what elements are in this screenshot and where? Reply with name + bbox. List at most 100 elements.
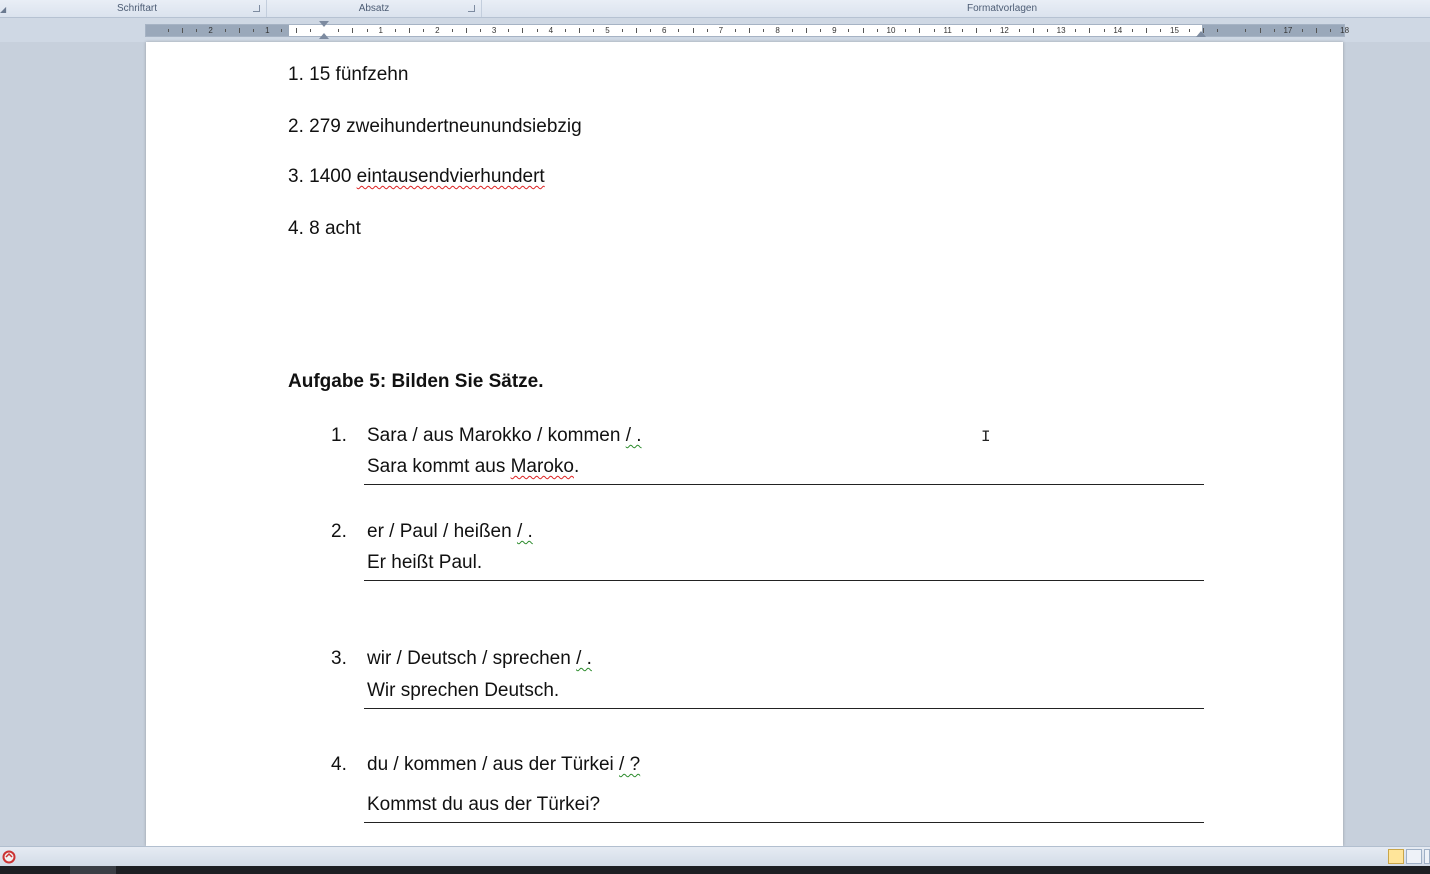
hanging-indent-marker-icon[interactable] xyxy=(319,33,329,39)
ribbon-group-styles: Formatvorlagen xyxy=(482,0,1430,17)
ruler-number: 9 xyxy=(832,26,837,35)
full-screen-reading-view-icon[interactable] xyxy=(1406,849,1422,864)
exercise-answer: Er heißt Paul. xyxy=(367,552,483,573)
ribbon-group-paragraph: Absatz xyxy=(267,0,482,17)
list-item-word: acht xyxy=(324,218,361,239)
ribbon-group-font: Schriftart xyxy=(8,0,267,17)
ruler-tick xyxy=(862,28,864,33)
ruler-tick xyxy=(1245,29,1247,32)
exercise-prompt-text: wir / Deutsch / sprechen xyxy=(367,648,577,669)
ruler-tick xyxy=(522,28,524,33)
ruler-tick xyxy=(1160,29,1162,32)
answer-line xyxy=(364,708,1204,709)
document-page[interactable]: 1. 15 fünfzehn 2. 279 zweihundertneunund… xyxy=(146,42,1343,846)
ruler-tick xyxy=(1075,29,1077,32)
ruler-tick xyxy=(1018,29,1020,32)
list-item-word: fünfzehn xyxy=(335,64,409,85)
exercise-prompt: du / kommen / aus der Türkei / ? xyxy=(367,754,640,776)
ruler-number: 11 xyxy=(943,26,952,35)
ruler-number: 17 xyxy=(1283,26,1293,35)
exercise-prompt: er / Paul / heißen / . xyxy=(367,521,533,543)
ruler-tick xyxy=(579,28,581,33)
list-item-prefix: 2. 279 xyxy=(288,116,347,137)
exercise-number: 4. xyxy=(331,754,347,775)
exercise-prompt-text: du / kommen / aus der Türkei xyxy=(367,754,620,775)
office-status-icon[interactable] xyxy=(2,850,16,864)
ruler-tick xyxy=(1316,28,1318,33)
list-item-word-misspelled: eintausendvierhundert xyxy=(356,166,545,187)
ruler-tick xyxy=(735,29,737,32)
ruler-tick xyxy=(1217,29,1219,32)
list-item-prefix: 1. 15 xyxy=(288,64,336,85)
ruler-tick xyxy=(394,29,396,32)
web-layout-view-icon[interactable] xyxy=(1424,849,1430,864)
ribbon-corner-launcher-icon[interactable]: ◢ xyxy=(0,5,6,14)
exercise-prompt-end: / . xyxy=(516,521,533,542)
ruler-tick xyxy=(1032,28,1034,33)
list-item-prefix: 3. 1400 xyxy=(288,166,357,187)
answer-text: Sara kommt aus xyxy=(367,456,511,477)
status-bar xyxy=(0,846,1430,867)
ruler-tick xyxy=(961,29,963,32)
ribbon-group-labels: ◢ Schriftart Absatz Formatvorlagen xyxy=(0,0,1430,18)
print-layout-view-icon[interactable] xyxy=(1388,849,1404,864)
ruler-number: 10 xyxy=(886,26,896,35)
exercise-prompt-text: Sara / aus Marokko / kommen xyxy=(367,425,626,446)
ruler-number: 14 xyxy=(1113,26,1123,35)
ruler-number: 3 xyxy=(491,26,497,35)
ruler-tick xyxy=(1259,28,1261,33)
exercise-number: 1. xyxy=(331,425,347,446)
ruler-number: 6 xyxy=(661,26,667,35)
answer-text-end: . xyxy=(573,456,580,477)
ruler-number: 2 xyxy=(208,26,213,35)
ruler-number: 5 xyxy=(605,26,610,35)
ribbon-group-paragraph-label: Absatz xyxy=(358,3,390,14)
ruler-tick xyxy=(848,29,850,32)
ruler-tick xyxy=(224,29,226,32)
list-item-word: zweihundertneunundsiebzig xyxy=(346,116,582,137)
exercise-answer: Kommst du aus der Türkei? xyxy=(367,794,601,815)
ruler-number: 8 xyxy=(775,26,780,35)
ruler-tick xyxy=(479,29,481,32)
ruler-tick xyxy=(1202,28,1204,33)
ruler-number: 1 xyxy=(378,26,383,35)
ruler-tick xyxy=(451,29,453,32)
right-indent-marker-icon[interactable] xyxy=(1196,31,1206,37)
ruler-number: 18 xyxy=(1340,26,1350,35)
paragraph-dialog-launcher-icon[interactable] xyxy=(468,5,475,12)
exercise-prompt-text: er / Paul / heißen xyxy=(367,521,517,542)
ruler-tick xyxy=(423,29,425,32)
horizontal-ruler[interactable]: 2 1 1 2 3 4 5 6 7 8 9 10 11 12 13 14 15 17 18 xyxy=(145,21,1349,39)
list-item: 2. 279 zweihundertneunundsiebzig xyxy=(288,116,582,138)
ruler-tick xyxy=(465,28,467,33)
ruler-tick xyxy=(763,29,765,32)
ruler-number: 15 xyxy=(1170,26,1179,35)
ruler-tick xyxy=(1302,29,1304,32)
list-item-prefix: 4. 8 xyxy=(288,218,325,239)
exercise-prompt-end: / . xyxy=(625,425,642,446)
ruler-tick xyxy=(593,29,595,32)
ruler-tick xyxy=(182,28,184,33)
font-dialog-launcher-icon[interactable] xyxy=(253,5,260,12)
ruler-tick xyxy=(650,29,652,32)
list-item: 3. 1400 eintausendvierhundert xyxy=(288,166,545,188)
exercise-prompt: Sara / aus Marokko / kommen / . xyxy=(367,425,642,447)
ruler-number: 2 xyxy=(435,26,440,35)
answer-line xyxy=(364,484,1204,485)
taskbar-item[interactable] xyxy=(70,866,116,874)
exercise-number: 2. xyxy=(331,521,347,542)
answer-line xyxy=(364,822,1204,823)
ruler-tick xyxy=(678,29,680,32)
ribbon-group-styles-label: Formatvorlagen xyxy=(966,3,1038,14)
ruler-number: 12 xyxy=(999,26,1009,35)
ruler-tick xyxy=(309,29,311,32)
ruler-tick xyxy=(253,29,255,32)
ruler-tick xyxy=(876,29,878,32)
ruler-tick xyxy=(238,28,240,33)
ruler-tick xyxy=(508,29,510,32)
ruler-tick xyxy=(919,28,921,33)
ruler-tick xyxy=(409,28,411,33)
first-line-indent-marker-icon[interactable] xyxy=(319,21,329,27)
answer-line xyxy=(364,580,1204,581)
ruler-tick xyxy=(990,29,992,32)
